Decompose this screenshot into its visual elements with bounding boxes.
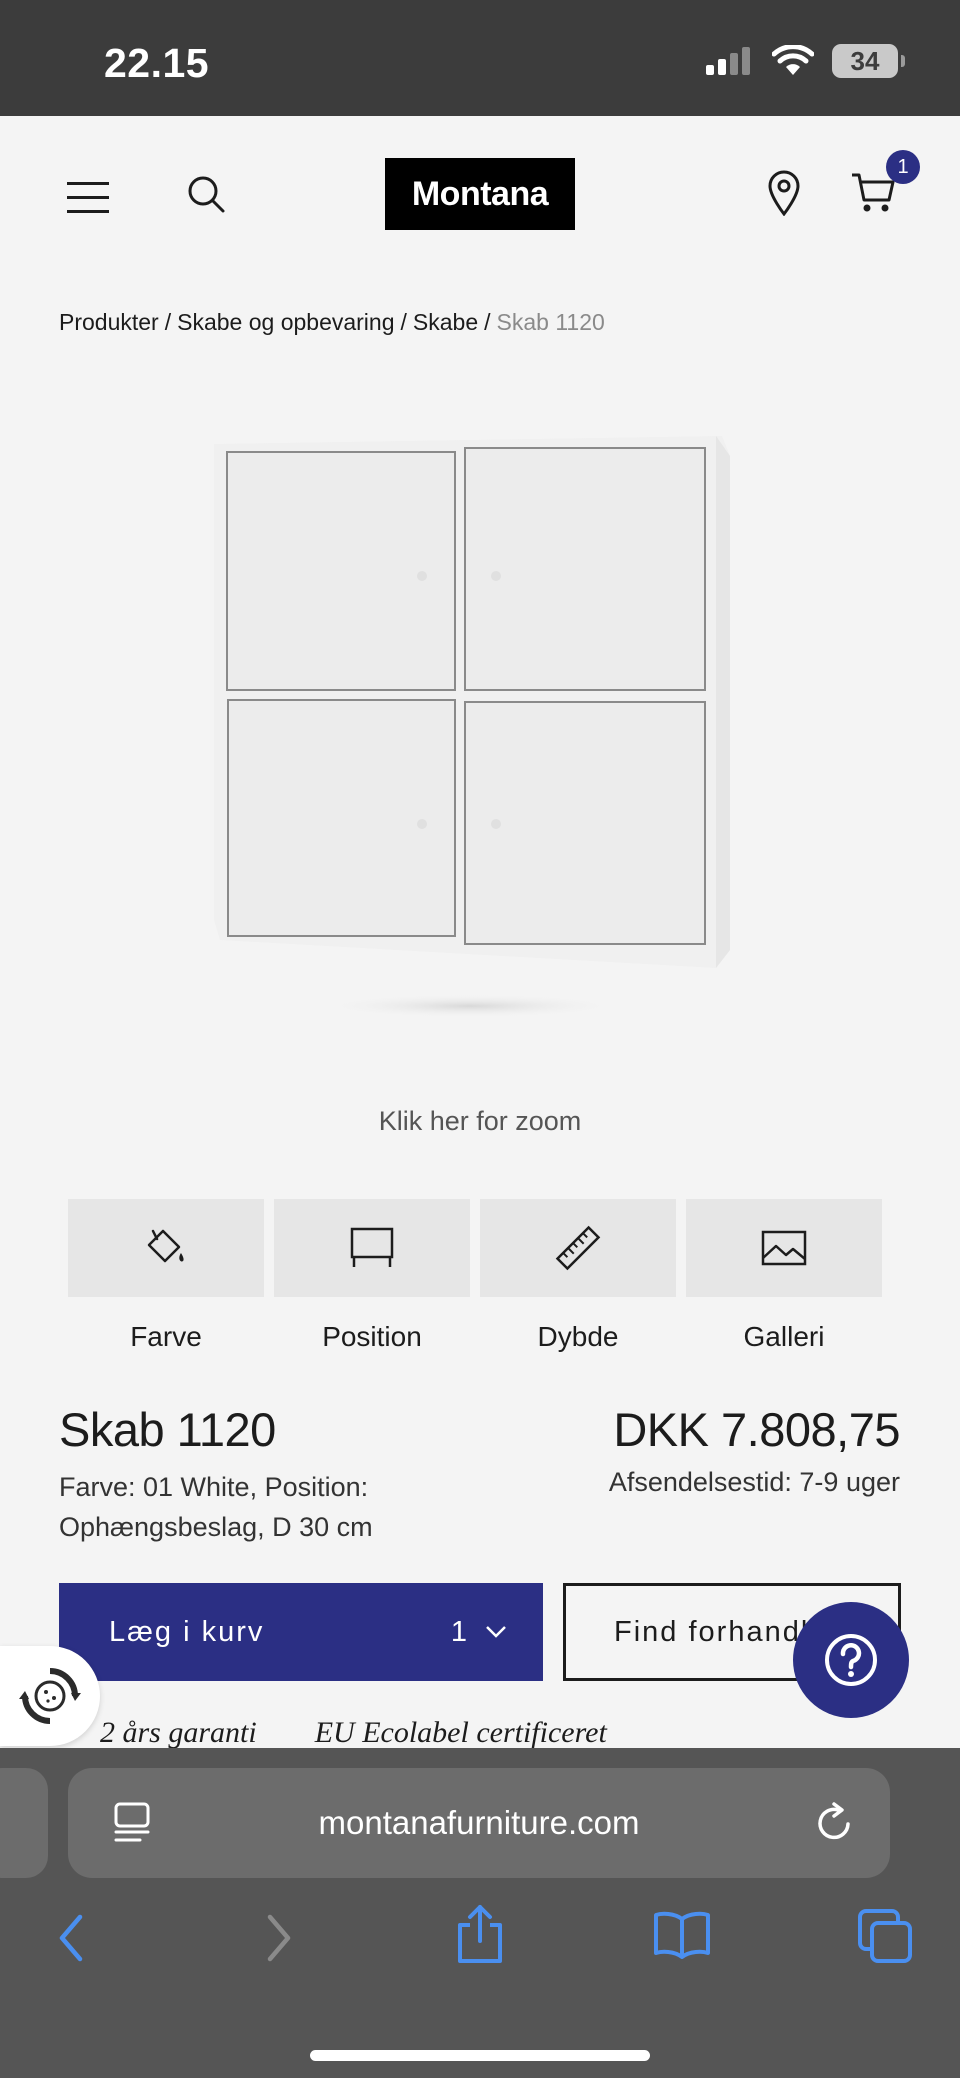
tabs-icon[interactable] [858, 1909, 914, 1963]
image-icon [761, 1230, 807, 1266]
chevron-down-icon [486, 1626, 506, 1638]
share-icon[interactable] [454, 1903, 506, 1965]
option-position[interactable]: Position [274, 1199, 470, 1353]
cookie-icon [19, 1668, 81, 1724]
search-icon[interactable] [184, 172, 228, 216]
option-label: Farve [130, 1321, 202, 1352]
option-farve[interactable]: Farve [68, 1199, 264, 1353]
ruler-icon [555, 1225, 601, 1271]
site-header: Montana 1 [0, 116, 960, 276]
product-variant: Farve: 01 White, Position: Ophængsbeslag… [59, 1472, 373, 1542]
warranty-badge: 2 års garanti [100, 1716, 257, 1749]
add-to-cart-label: Læg i kurv [109, 1615, 265, 1648]
quantity-select[interactable]: 1 [451, 1616, 507, 1649]
option-label: Dybde [537, 1321, 619, 1352]
forward-icon[interactable] [264, 1913, 294, 1963]
cookie-settings-button[interactable] [0, 1646, 100, 1746]
address-bar[interactable]: montanafurniture.com [68, 1768, 890, 1878]
option-box[interactable] [68, 1199, 264, 1297]
option-label: Galleri [743, 1321, 825, 1352]
option-label: Position [322, 1321, 422, 1352]
quantity-value: 1 [450, 1615, 469, 1648]
question-mark-icon [825, 1634, 877, 1686]
option-box[interactable] [480, 1199, 676, 1297]
product-price: DKK 7.808,75 [613, 1403, 900, 1456]
previous-tab[interactable] [0, 1768, 48, 1878]
browser-chrome: montanafurniture.com [0, 1748, 960, 2078]
option-box[interactable] [686, 1199, 882, 1297]
browser-toolbar [0, 1903, 960, 1983]
breadcrumb-item-produkter[interactable]: Produkter [59, 309, 159, 335]
location-pin-icon[interactable] [764, 168, 804, 218]
url-text: montanafurniture.com [318, 1804, 640, 1841]
breadcrumb: Produkter / Skabe og opbevaring / Skabe / Skab… [59, 309, 605, 336]
breadcrumb-item-skabe-og-opbevaring[interactable]: Skabe og opbevaring [177, 309, 394, 335]
montana-logo[interactable]: Montana [385, 158, 575, 230]
status-bar: 22.15 34 [0, 0, 960, 116]
option-galleri[interactable]: Galleri [686, 1199, 882, 1353]
status-time: 22.15 [104, 40, 210, 86]
ecolabel-badge: EU Ecolabel certificeret [314, 1716, 607, 1749]
breadcrumb-separator: / [400, 309, 407, 335]
wall-mount-icon [350, 1227, 394, 1267]
breadcrumb-separator: / [484, 309, 491, 335]
option-dybde[interactable]: Dybde [480, 1199, 676, 1353]
breadcrumb-current: Skab 1120 [496, 309, 605, 335]
product-title: Skab 1120 [59, 1403, 276, 1456]
cart-count-badge: 1 [886, 150, 920, 184]
paint-bucket-icon [147, 1229, 184, 1263]
product-image[interactable] [200, 420, 760, 1020]
shipping-time: Afsendelsestid: 7-9 uger [608, 1467, 900, 1497]
breadcrumb-separator: / [164, 309, 172, 335]
breadcrumb-item-skabe[interactable]: Skabe [413, 309, 478, 335]
home-indicator [310, 2050, 650, 2061]
wifi-icon [772, 45, 814, 75]
back-icon[interactable] [56, 1913, 86, 1963]
bookmarks-icon[interactable] [652, 1909, 712, 1959]
help-button[interactable] [793, 1602, 909, 1718]
option-box[interactable] [274, 1199, 470, 1297]
product-badges: 2 års garanti EU Ecolabel certificeret [100, 1716, 607, 1750]
reload-icon[interactable] [814, 1802, 856, 1846]
status-icons: 34 [706, 44, 905, 78]
zoom-hint[interactable]: Klik her for zoom [0, 1106, 960, 1137]
add-to-cart-button[interactable]: Læg i kurv 1 [59, 1583, 543, 1681]
cellular-signal-icon [706, 47, 750, 75]
menu-icon[interactable] [64, 174, 112, 222]
product-options: Farve Position Dybde Galleri [68, 1199, 882, 1353]
battery-indicator: 34 [832, 44, 905, 78]
